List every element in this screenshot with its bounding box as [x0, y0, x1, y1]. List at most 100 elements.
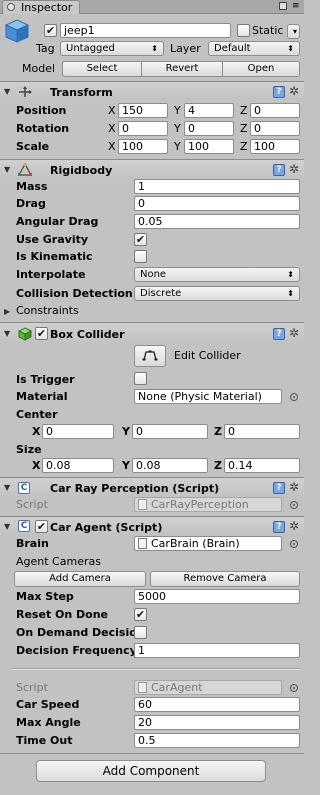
gear-icon[interactable]: ✲ [289, 85, 299, 97]
use-gravity-checkbox[interactable]: ✔ [134, 233, 147, 246]
help-book-icon[interactable]: ? [273, 521, 285, 533]
help-book-icon[interactable]: ? [273, 86, 285, 98]
time-out-field[interactable]: 0.5 [134, 733, 300, 748]
rotation-y-label[interactable]: Y [174, 122, 181, 135]
collision-detection-dropdown[interactable]: Discrete ⬍ [134, 286, 300, 301]
chevron-up-down-icon: ⬍ [151, 44, 158, 53]
static-checkbox[interactable] [237, 24, 250, 37]
is-kinematic-checkbox[interactable] [134, 250, 147, 263]
position-x-label[interactable]: X [108, 104, 116, 117]
brain-field[interactable]: CarBrain (Brain) [134, 536, 282, 551]
material-field[interactable]: None (Physic Material) [134, 389, 282, 404]
model-revert-button[interactable]: Revert [141, 61, 223, 77]
scale-z-field[interactable]: 100 [250, 139, 300, 154]
position-z-label[interactable]: Z [240, 104, 248, 117]
fold-triangle-icon[interactable]: ▼ [4, 165, 10, 174]
static-dropdown[interactable]: ▾ [287, 24, 300, 39]
size-x-field[interactable]: 0.08 [42, 458, 114, 473]
layer-dropdown[interactable]: Default ⬍ [208, 41, 300, 56]
scale-y-label[interactable]: Y [174, 140, 181, 153]
add-camera-button[interactable]: Add Camera [14, 571, 146, 587]
center-x-field[interactable]: 0 [42, 424, 114, 439]
fold-triangle-icon[interactable]: ▼ [4, 522, 10, 531]
constraints-label[interactable]: Constraints [16, 304, 79, 317]
gameobject-active-checkbox[interactable]: ✔ [44, 24, 57, 37]
box-collider-enabled-checkbox[interactable]: ✔ [35, 327, 48, 340]
gear-icon[interactable]: ✲ [289, 163, 299, 175]
car-agent-enabled-checkbox[interactable]: ✔ [35, 520, 48, 533]
position-z-field[interactable]: 0 [250, 103, 300, 118]
center-z-field[interactable]: 0 [224, 424, 300, 439]
rotation-x-field[interactable]: 0 [118, 121, 168, 136]
help-book-icon[interactable]: ? [273, 328, 285, 340]
menu-icon[interactable]: ≡ [292, 0, 300, 12]
brain-value: CarBrain (Brain) [151, 537, 240, 550]
fold-triangle-icon[interactable]: ▼ [4, 87, 10, 96]
inspector-tab[interactable]: Inspector [2, 0, 80, 14]
angular-drag-field[interactable]: 0.05 [134, 214, 300, 229]
help-book-icon[interactable]: ? [273, 164, 285, 176]
model-open-button[interactable]: Open [222, 61, 300, 77]
box-collider-icon [17, 327, 33, 341]
gear-icon[interactable]: ✲ [289, 520, 299, 532]
add-component-button[interactable]: Add Component [36, 760, 266, 782]
is-trigger-checkbox[interactable] [134, 372, 147, 385]
scale-x-label[interactable]: X [108, 140, 116, 153]
max-step-label: Max Step [16, 590, 74, 603]
on-demand-decisions-checkbox[interactable] [134, 626, 147, 639]
scale-x-field[interactable]: 100 [118, 139, 168, 154]
center-y-field[interactable]: 0 [132, 424, 208, 439]
size-z-field[interactable]: 0.14 [224, 458, 300, 473]
fold-triangle-icon[interactable]: ▼ [4, 329, 10, 338]
help-book-icon[interactable]: ? [273, 482, 285, 494]
object-picker-icon[interactable] [290, 501, 298, 509]
center-y-label[interactable]: Y [122, 425, 130, 438]
rigidbody-header[interactable] [0, 160, 304, 178]
position-x-field[interactable]: 150 [118, 103, 168, 118]
scale-y-field[interactable]: 100 [184, 139, 234, 154]
size-z-label[interactable]: Z [214, 459, 222, 472]
car-ray-script-value: CarRayPerception [151, 498, 249, 511]
interpolate-value: None [140, 269, 167, 280]
object-picker-icon[interactable] [290, 540, 298, 548]
reset-on-done-checkbox[interactable]: ✔ [134, 608, 147, 621]
is-trigger-label: Is Trigger [16, 373, 75, 386]
position-y-label[interactable]: Y [174, 104, 181, 117]
remove-camera-button[interactable]: Remove Camera [150, 571, 300, 587]
scale-z-label[interactable]: Z [240, 140, 248, 153]
rotation-z-label[interactable]: Z [240, 122, 248, 135]
size-y-field[interactable]: 0.08 [132, 458, 208, 473]
size-y-label[interactable]: Y [122, 459, 130, 472]
model-select-button[interactable]: Select [62, 61, 142, 77]
transform-axes-icon [18, 86, 32, 98]
position-y-field[interactable]: 4 [184, 103, 234, 118]
section-separator [12, 668, 300, 670]
drag-field[interactable]: 0 [134, 196, 300, 211]
interpolate-dropdown[interactable]: None ⬍ [134, 267, 300, 282]
fold-triangle-icon[interactable]: ▼ [4, 483, 10, 492]
gameobject-name-field[interactable]: jeep1 [60, 23, 231, 38]
decision-frequency-field[interactable]: 1 [134, 643, 300, 658]
gear-icon[interactable]: ✲ [289, 481, 299, 493]
rotation-x-label[interactable]: X [108, 122, 116, 135]
tag-dropdown[interactable]: Untagged ⬍ [60, 41, 164, 56]
rotation-z-field[interactable]: 0 [250, 121, 300, 136]
edit-collider-button[interactable] [134, 345, 166, 367]
mass-field[interactable]: 1 [134, 179, 300, 194]
object-picker-icon[interactable] [290, 393, 298, 401]
lock-icon[interactable] [279, 2, 287, 10]
agent-cameras-label: Agent Cameras [16, 555, 101, 568]
edit-collider-icon [142, 350, 158, 361]
rotation-y-field[interactable]: 0 [184, 121, 234, 136]
center-z-label[interactable]: Z [214, 425, 222, 438]
size-x-label[interactable]: X [32, 459, 40, 472]
car-speed-field[interactable]: 60 [134, 697, 300, 712]
scale-label: Scale [16, 140, 50, 153]
max-angle-field[interactable]: 20 [134, 715, 300, 730]
gear-icon[interactable]: ✲ [289, 327, 299, 339]
max-step-field[interactable]: 5000 [134, 589, 300, 604]
object-picker-icon[interactable] [290, 684, 298, 692]
center-x-label[interactable]: X [32, 425, 40, 438]
transform-header[interactable] [0, 82, 304, 100]
constraints-fold-icon[interactable]: ▶ [4, 307, 10, 316]
